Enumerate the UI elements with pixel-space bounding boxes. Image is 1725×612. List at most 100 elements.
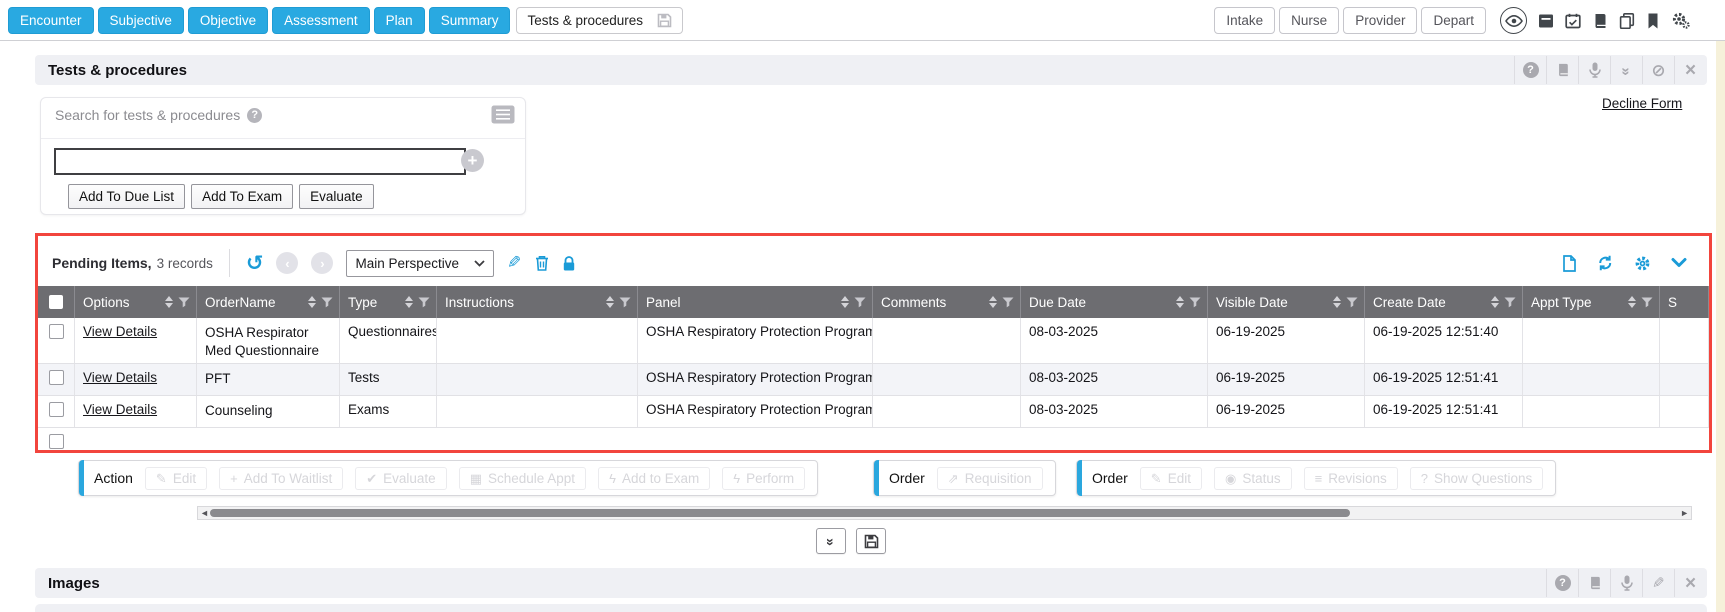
copy-icon[interactable]: [1619, 13, 1635, 29]
select-all-checkbox[interactable]: [49, 295, 63, 309]
filter-icon[interactable]: [1189, 297, 1201, 308]
status-button[interactable]: ◉Status: [1214, 467, 1292, 490]
refresh-icon[interactable]: [1597, 255, 1614, 271]
book-icon[interactable]: [1578, 569, 1610, 597]
perspective-select[interactable]: Main Perspective: [346, 250, 494, 277]
help-icon[interactable]: ?: [247, 108, 262, 123]
row-checkbox[interactable]: [49, 402, 64, 417]
column-header-appt-type[interactable]: Appt Type: [1523, 286, 1660, 318]
add-to-due-list-button[interactable]: Add To Due List: [68, 184, 185, 209]
sort-icon[interactable]: [1628, 296, 1636, 308]
active-tab-group[interactable]: Tests & procedures: [516, 7, 683, 34]
collapse-icon[interactable]: »: [1610, 56, 1642, 84]
column-header-due-date[interactable]: Due Date: [1021, 286, 1208, 318]
book-icon[interactable]: [1546, 56, 1578, 84]
schedule-appt-button[interactable]: ▦Schedule Appt: [459, 467, 586, 490]
view-details-link[interactable]: View Details: [83, 402, 157, 417]
column-header-visible-date[interactable]: Visible Date: [1208, 286, 1365, 318]
collapse-section-button[interactable]: »: [816, 528, 846, 554]
tab-encounter[interactable]: Encounter: [8, 7, 94, 34]
edit-button[interactable]: ✎Edit: [145, 467, 207, 490]
filter-icon[interactable]: [1641, 297, 1653, 308]
add-icon[interactable]: +: [461, 149, 484, 172]
filter-icon[interactable]: [321, 297, 333, 308]
view-details-link[interactable]: View Details: [83, 324, 157, 339]
column-header-instructions[interactable]: Instructions: [437, 286, 638, 318]
collapse-icon[interactable]: [1671, 257, 1687, 269]
add-to-exam-button[interactable]: Add To Exam: [191, 184, 293, 209]
archive-icon[interactable]: [1538, 13, 1554, 29]
save-button[interactable]: [856, 528, 886, 554]
row-checkbox[interactable]: [49, 434, 64, 449]
horizontal-scrollbar[interactable]: ◄ ►: [197, 506, 1692, 520]
gears-icon[interactable]: [1671, 12, 1690, 29]
column-header-comments[interactable]: Comments: [873, 286, 1021, 318]
evaluate-button[interactable]: Evaluate: [299, 184, 374, 209]
column-header-panel[interactable]: Panel: [638, 286, 873, 318]
add-to-waitlist-button[interactable]: +Add To Waitlist: [219, 467, 343, 490]
scrollbar-thumb[interactable]: [210, 509, 1350, 517]
edit-button[interactable]: ✎Edit: [1140, 467, 1202, 490]
column-header-create-date[interactable]: Create Date: [1365, 286, 1523, 318]
row-checkbox[interactable]: [49, 324, 64, 339]
help-icon[interactable]: ?: [1546, 569, 1578, 597]
tab-summary[interactable]: Summary: [429, 7, 511, 34]
tab-plan[interactable]: Plan: [374, 7, 425, 34]
sort-icon[interactable]: [308, 296, 316, 308]
book-icon[interactable]: [1592, 13, 1608, 29]
save-form-icon[interactable]: [657, 13, 672, 28]
sort-icon[interactable]: [1176, 296, 1184, 308]
scroll-right-icon[interactable]: ►: [1680, 508, 1689, 519]
help-icon[interactable]: ?: [1514, 56, 1546, 84]
revisions-button[interactable]: ≡Revisions: [1304, 467, 1398, 490]
add-to-exam-button[interactable]: ϟAdd to Exam: [598, 467, 710, 490]
slash-icon[interactable]: ⊘: [1642, 56, 1674, 84]
view-details-link[interactable]: View Details: [83, 370, 157, 385]
close-icon[interactable]: ×: [1674, 569, 1706, 597]
sort-icon[interactable]: [165, 296, 173, 308]
search-input[interactable]: [54, 148, 466, 175]
sort-icon[interactable]: [989, 296, 997, 308]
requisition-button[interactable]: ⇗Requisition: [937, 467, 1043, 490]
next-icon[interactable]: ›: [311, 252, 333, 274]
new-file-icon[interactable]: [1561, 255, 1577, 272]
stage-button-provider[interactable]: Provider: [1343, 7, 1417, 34]
tab-subjective[interactable]: Subjective: [98, 7, 184, 34]
filter-icon[interactable]: [1346, 297, 1358, 308]
scroll-left-icon[interactable]: ◄: [200, 508, 209, 519]
decline-form-link[interactable]: Decline Form: [1602, 96, 1682, 111]
filter-icon[interactable]: [178, 297, 190, 308]
column-header-type[interactable]: Type: [340, 286, 437, 318]
filter-icon[interactable]: [418, 297, 430, 308]
bookmark-icon[interactable]: [1646, 13, 1660, 29]
close-icon[interactable]: ×: [1674, 56, 1706, 84]
settings-icon[interactable]: [1634, 255, 1651, 272]
tab-assessment[interactable]: Assessment: [272, 7, 370, 34]
prev-icon[interactable]: ‹: [276, 252, 298, 274]
filter-icon[interactable]: [854, 297, 866, 308]
filter-icon[interactable]: [619, 297, 631, 308]
tab-objective[interactable]: Objective: [188, 7, 268, 34]
calendar-check-icon[interactable]: [1565, 13, 1581, 29]
undo-icon[interactable]: ↺: [246, 253, 264, 274]
sort-icon[interactable]: [841, 296, 849, 308]
column-header-ordername[interactable]: OrderName: [197, 286, 340, 318]
perform-button[interactable]: ϟPerform: [722, 467, 805, 490]
column-header-options[interactable]: Options: [75, 286, 197, 318]
eye-icon[interactable]: [1500, 7, 1527, 34]
lock-icon[interactable]: [562, 255, 576, 272]
evaluate-button[interactable]: ✔Evaluate: [355, 467, 446, 490]
sort-icon[interactable]: [405, 296, 413, 308]
stage-button-depart[interactable]: Depart: [1421, 7, 1486, 34]
column-header-s[interactable]: S: [1660, 286, 1709, 318]
stage-button-intake[interactable]: Intake: [1214, 7, 1275, 34]
delete-perspective-icon[interactable]: [535, 255, 549, 271]
show-questions-button[interactable]: ?Show Questions: [1410, 467, 1544, 490]
edit-perspective-icon[interactable]: ✎: [507, 253, 521, 273]
sort-icon[interactable]: [1491, 296, 1499, 308]
filter-icon[interactable]: [1504, 297, 1516, 308]
sort-icon[interactable]: [606, 296, 614, 308]
list-icon[interactable]: [491, 105, 515, 129]
pencil-icon[interactable]: ✎: [1642, 569, 1674, 597]
tab-tests-procedures[interactable]: Tests & procedures: [527, 13, 643, 28]
